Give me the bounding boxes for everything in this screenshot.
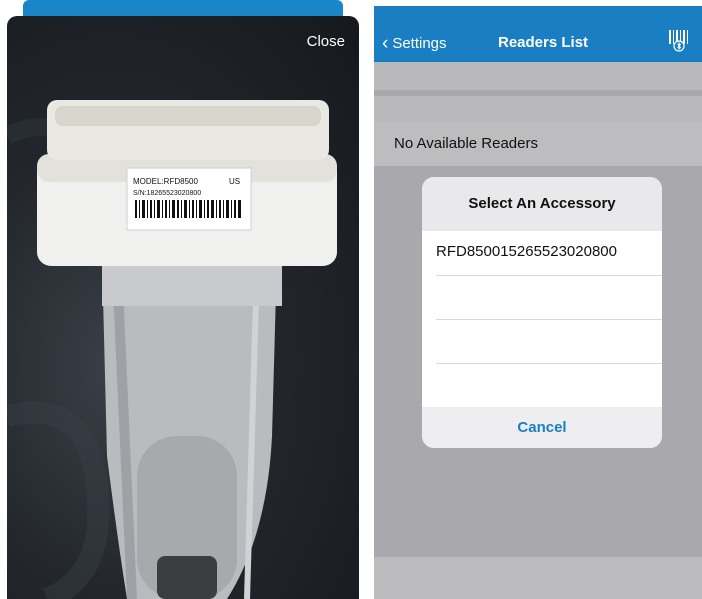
bottom-bar [374,557,702,599]
scanner-illustration: MODEL:RFD8500 US S/N:18265523020800 [7,100,337,599]
barcode-stripes [135,200,243,218]
close-button[interactable]: Close [307,33,345,50]
accessory-name: RFD850015265523020800 [436,243,617,260]
label-model-text: MODEL:RFD8500 [133,177,198,186]
label-serial-text: S/N:18265523020800 [133,190,201,197]
readers-list-screen: ‹ Settings Readers List No Available Rea… [374,6,702,599]
chevron-left-icon: ‹ [382,33,389,54]
section-header-2 [374,96,702,122]
barcode-bluetooth-icon[interactable] [668,28,690,52]
section-header-1 [374,62,702,90]
no-readers-row: No Available Readers [374,122,702,166]
back-button[interactable]: ‹ Settings [382,34,447,53]
no-readers-text: No Available Readers [394,135,538,152]
page-title: Readers List [498,34,589,51]
accessory-list: RFD850015265523020800 [422,231,662,408]
label-region-text: US [229,177,240,186]
top-strip [23,0,343,16]
navigation-bar: ‹ Settings Readers List [374,6,702,62]
list-item[interactable] [436,363,662,408]
list-item[interactable] [436,319,662,364]
list-item[interactable]: RFD850015265523020800 [436,231,662,276]
camera-preview-panel: MODEL:RFD8500 US S/N:18265523020800 Clos… [7,0,359,599]
list-item[interactable] [436,275,662,320]
cancel-button[interactable]: Cancel [422,407,662,448]
picker-title: Select An Accessory [422,177,662,231]
accessory-picker: Select An Accessory RFD85001526552302080… [422,177,662,448]
back-label: Settings [392,35,447,52]
scanner-photo: MODEL:RFD8500 US S/N:18265523020800 Clos… [7,16,359,599]
